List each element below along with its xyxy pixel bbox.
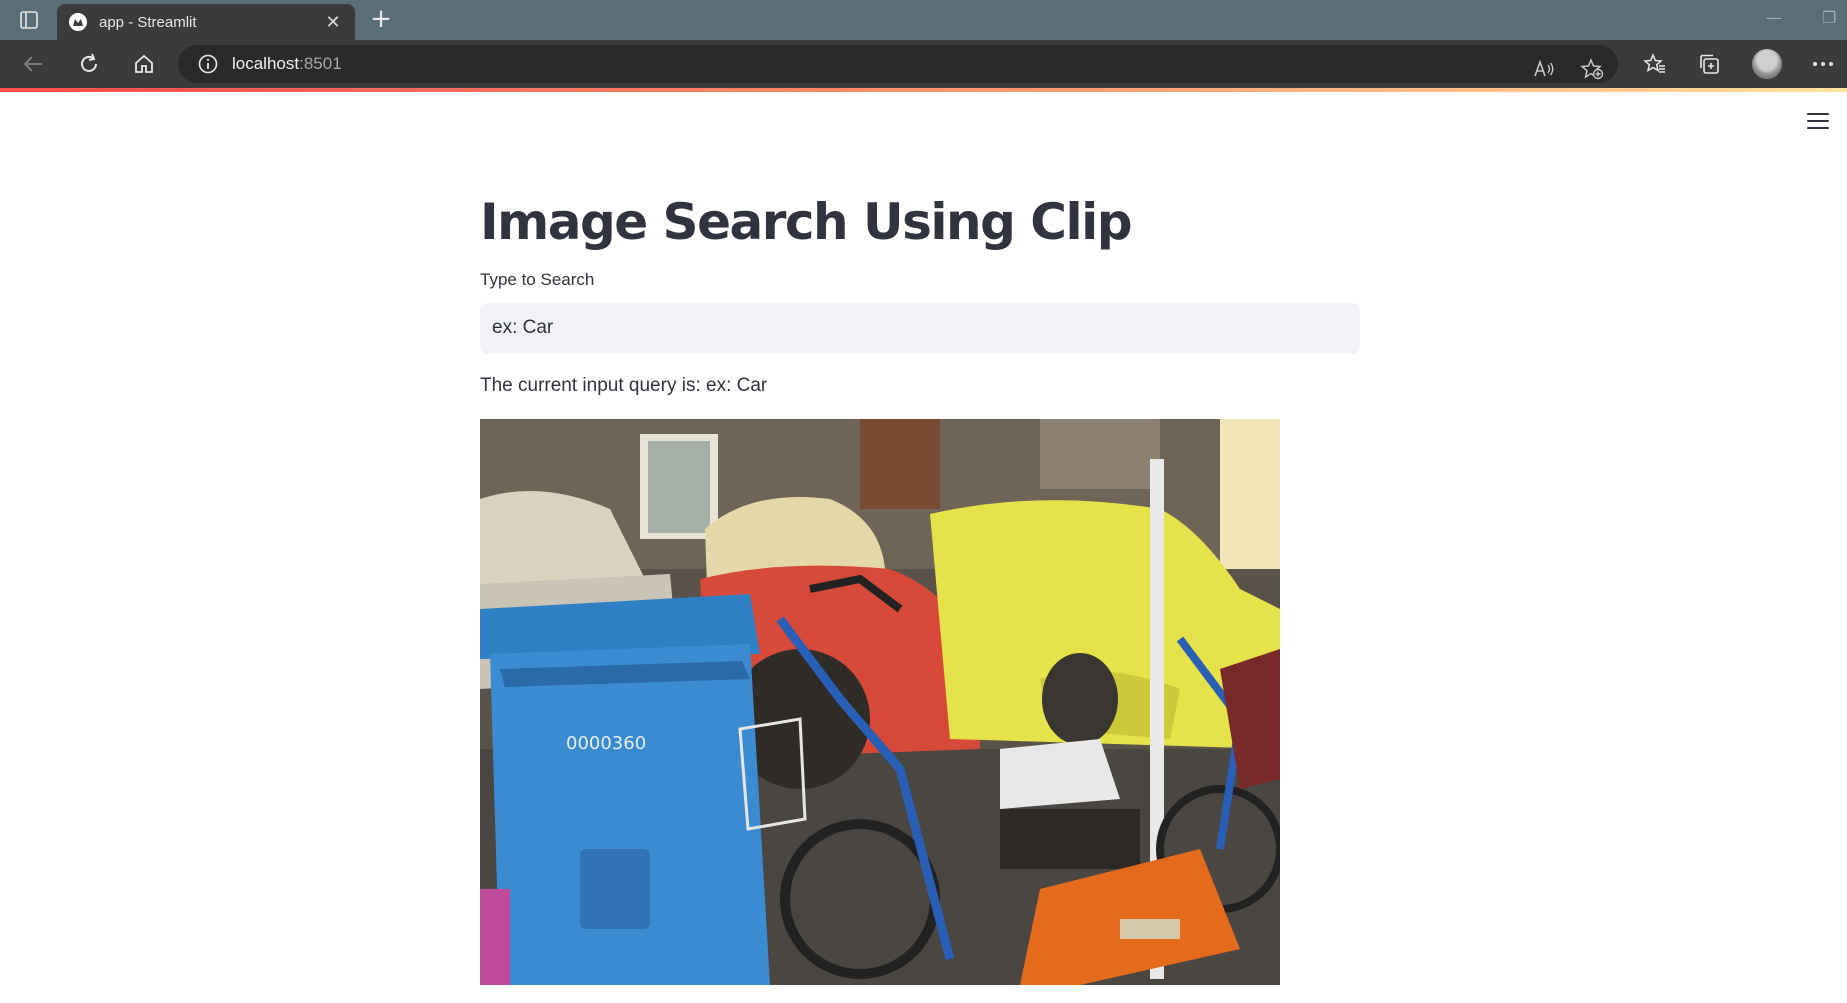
site-info-icon[interactable] xyxy=(198,54,218,74)
browser-toolbar: localhost:8501 xyxy=(0,40,1847,88)
add-favorite-star-icon xyxy=(1580,58,1604,80)
address-bar[interactable]: localhost:8501 xyxy=(178,45,1618,83)
read-aloud-button[interactable] xyxy=(1526,50,1562,88)
browser-tab[interactable]: app - Streamlit ✕ xyxy=(57,4,355,40)
refresh-icon xyxy=(81,53,97,72)
more-dots-icon xyxy=(1813,62,1833,66)
streamlit-decoration-bar xyxy=(0,88,1847,92)
close-tab-icon[interactable]: ✕ xyxy=(323,12,343,33)
query-display-text: The current input query is: ex: Car xyxy=(480,375,768,396)
address-port: :8501 xyxy=(299,54,342,73)
tab-title: app - Streamlit xyxy=(99,13,197,31)
favorites-icon xyxy=(1643,53,1665,73)
home-button[interactable] xyxy=(129,50,159,78)
read-aloud-icon xyxy=(1534,59,1554,77)
back-button[interactable] xyxy=(18,50,48,78)
back-arrow-icon xyxy=(23,56,42,72)
tab-actions-button[interactable] xyxy=(14,8,44,32)
add-favorite-button[interactable] xyxy=(1574,50,1610,88)
refresh-button[interactable] xyxy=(74,50,104,78)
tab-actions-icon xyxy=(20,11,38,29)
main-menu-hamburger-icon[interactable] xyxy=(1806,111,1830,131)
home-icon xyxy=(135,54,153,73)
restore-icon[interactable]: ❐ xyxy=(1822,8,1836,27)
address-host: localhost xyxy=(232,54,300,73)
page-title: Image Search Using Clip xyxy=(480,193,1133,251)
search-result-image: 0000360 xyxy=(480,419,1280,985)
search-input[interactable] xyxy=(480,303,1360,353)
minimize-icon[interactable]: — xyxy=(1766,8,1782,27)
new-tab-button[interactable]: + xyxy=(366,6,396,34)
settings-more-button[interactable] xyxy=(1808,50,1838,78)
search-input-label: Type to Search xyxy=(480,270,595,289)
main-content: Image Search Using Clip Type to Search T… xyxy=(480,188,1360,985)
streamlit-favicon-icon xyxy=(69,13,87,31)
bin-label: 0000360 xyxy=(566,733,646,754)
browser-tab-bar: app - Streamlit ✕ + — ❐ xyxy=(0,0,1847,40)
garage-photo-illustration: 0000360 xyxy=(480,419,1280,985)
profile-avatar[interactable] xyxy=(1752,49,1782,79)
favorites-button[interactable] xyxy=(1640,50,1670,78)
collections-button[interactable] xyxy=(1694,50,1724,78)
collections-icon xyxy=(1700,54,1719,74)
